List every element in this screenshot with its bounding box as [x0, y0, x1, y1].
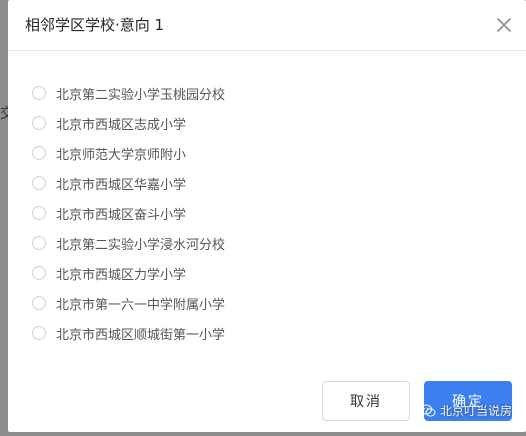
school-option[interactable]: 北京师范大学京师附小: [32, 138, 225, 168]
radio-button[interactable]: [32, 236, 46, 250]
school-option-label: 北京第二实验小学浸水河分校: [56, 237, 226, 253]
school-option-label: 北京第二实验小学玉桃园分校: [56, 87, 226, 103]
school-option[interactable]: 北京市西城区志成小学: [32, 108, 225, 138]
wechat-icon: [419, 404, 436, 417]
radio-button[interactable]: [32, 266, 46, 280]
radio-button[interactable]: [32, 116, 46, 130]
watermark-text: 北京叮当说房: [439, 404, 512, 418]
cancel-button[interactable]: 取消: [322, 381, 410, 421]
school-options-list: 北京第二实验小学玉桃园分校 北京市西城区志成小学 北京师范大学京师附小 北京市西…: [32, 78, 225, 348]
radio-button[interactable]: [32, 146, 46, 160]
school-option[interactable]: 北京市西城区力学小学: [32, 258, 225, 288]
school-option-label: 北京市西城区力学小学: [56, 267, 187, 283]
school-option-label: 北京师范大学京师附小: [56, 147, 187, 163]
school-option-label: 北京市西城区顺城街第一小学: [56, 327, 226, 343]
radio-button[interactable]: [32, 296, 46, 310]
watermark: 北京叮当说房: [419, 402, 512, 419]
radio-button[interactable]: [32, 206, 46, 220]
radio-button[interactable]: [32, 176, 46, 190]
school-select-dialog: 相邻学区学校·意向 1 北京第二实验小学玉桃园分校 北京市西城区志成小学 北京师…: [8, 0, 526, 432]
school-option-label: 北京市西城区志成小学: [56, 117, 187, 133]
school-option-label: 北京市西城区华嘉小学: [56, 177, 187, 193]
school-option[interactable]: 北京市西城区华嘉小学: [32, 168, 225, 198]
dialog-header: 相邻学区学校·意向 1: [8, 0, 526, 51]
school-option[interactable]: 北京市西城区顺城街第一小学: [32, 318, 225, 348]
close-icon[interactable]: [492, 13, 516, 37]
radio-button[interactable]: [32, 326, 46, 340]
school-option[interactable]: 北京第二实验小学浸水河分校: [32, 228, 225, 258]
school-option-label: 北京市第一六一中学附属小学: [56, 297, 226, 313]
school-option[interactable]: 北京市西城区奋斗小学: [32, 198, 225, 228]
school-option-label: 北京市西城区奋斗小学: [56, 207, 187, 223]
radio-button[interactable]: [32, 86, 46, 100]
school-option[interactable]: 北京第二实验小学玉桃园分校: [32, 78, 225, 108]
dialog-title: 相邻学区学校·意向 1: [25, 16, 165, 34]
school-option[interactable]: 北京市第一六一中学附属小学: [32, 288, 225, 318]
